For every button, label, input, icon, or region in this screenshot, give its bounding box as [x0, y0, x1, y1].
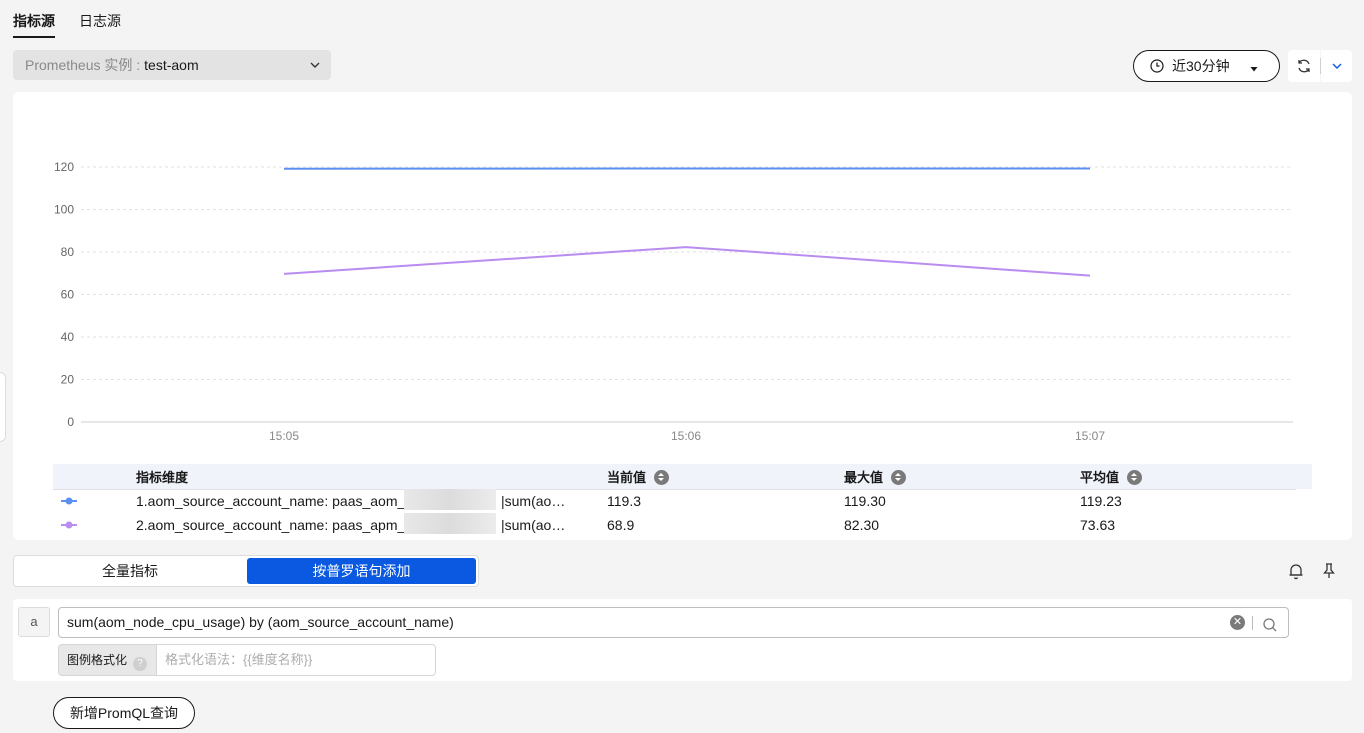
line-chart: 0 20 40 60 80 100 120 15:05 15:06 15:07: [54, 160, 1293, 443]
legend-format-label: 图例格式化?: [58, 644, 157, 676]
prometheus-instance-select[interactable]: Prometheus 实例 : test-aom: [13, 50, 331, 80]
legend-row-max: 119.30: [844, 493, 886, 509]
legend-table: 指标维度 当前值 最大值 平均值 1.aom_source_account_na…: [53, 464, 1312, 537]
y-tick-label: 0: [67, 415, 74, 429]
series-marker-icon: [61, 517, 77, 536]
legend-row[interactable]: 1.aom_source_account_name: paas_aom_ |su…: [53, 489, 1312, 513]
x-tick-label: 15:05: [269, 429, 299, 443]
pin-icon[interactable]: [1321, 562, 1337, 583]
sort-icon[interactable]: [1127, 470, 1143, 485]
series-line-2: [283, 246, 1091, 277]
time-range-select[interactable]: 近30分钟: [1133, 50, 1280, 82]
query-mode-switch: 全量指标 按普罗语句添加: [13, 555, 479, 587]
header-current[interactable]: 当前值: [607, 467, 670, 486]
legend-row-name: 1.aom_source_account_name: paas_aom_: [136, 493, 406, 509]
sort-icon[interactable]: [654, 470, 670, 485]
promql-input[interactable]: sum(aom_node_cpu_usage) by (aom_source_a…: [58, 607, 1289, 638]
clear-icon[interactable]: ✕: [1230, 615, 1245, 630]
legend-header: 指标维度 当前值 最大值 平均值: [53, 464, 1312, 489]
instance-select-label: Prometheus 实例 :: [25, 57, 141, 73]
legend-row-current: 68.9: [607, 517, 635, 533]
legend-row-current: 119.3: [607, 493, 641, 509]
chevron-down-icon: [1332, 63, 1341, 69]
caret-down-icon: [1249, 61, 1259, 77]
x-tick-label: 15:07: [1075, 429, 1105, 443]
query-editor: a sum(aom_node_cpu_usage) by (aom_source…: [13, 599, 1352, 681]
legend-row-avg: 73.63: [1080, 517, 1116, 533]
mode-promql[interactable]: 按普罗语句添加: [247, 558, 476, 584]
refresh-button[interactable]: [1288, 50, 1320, 82]
input-divider: [1252, 616, 1253, 630]
search-icon[interactable]: [1262, 614, 1278, 643]
y-tick-label: 120: [54, 160, 74, 174]
legend-row-avg: 119.23: [1080, 493, 1122, 509]
bell-icon[interactable]: [1287, 562, 1305, 583]
y-tick-label: 100: [54, 203, 74, 217]
tab-log-source[interactable]: 日志源: [79, 0, 121, 38]
help-icon[interactable]: ?: [133, 657, 148, 671]
header-avg[interactable]: 平均值: [1080, 467, 1143, 486]
redacted-mask: [404, 489, 496, 510]
y-tick-label: 40: [61, 330, 75, 344]
legend-row-query: |sum(ao…: [501, 493, 566, 509]
refresh-options-button[interactable]: [1321, 50, 1352, 82]
clock-icon: [1150, 59, 1164, 73]
tab-metric-source[interactable]: 指标源: [13, 0, 55, 38]
add-promql-query-button[interactable]: 新增PromQL查询: [53, 697, 195, 729]
time-range-label: 近30分钟: [1172, 58, 1230, 74]
source-tabs: 指标源 日志源: [13, 0, 121, 38]
side-collapse-handle[interactable]: [0, 372, 6, 442]
y-tick-label: 60: [61, 288, 75, 302]
mode-all-metrics[interactable]: 全量指标: [16, 558, 244, 584]
y-tick-label: 80: [61, 245, 75, 259]
sort-icon[interactable]: [891, 470, 907, 485]
header-dimension: 指标维度: [136, 470, 189, 485]
x-tick-label: 15:06: [671, 429, 701, 443]
redacted-mask: [404, 513, 496, 534]
legend-row-name: 2.aom_source_account_name: paas_apm_: [136, 517, 406, 533]
chevron-down-icon: [309, 58, 321, 74]
header-max[interactable]: 最大值: [844, 467, 907, 486]
y-tick-label: 20: [61, 373, 75, 387]
legend-row-query: |sum(ao…: [501, 517, 566, 533]
legend-row[interactable]: 2.aom_source_account_name: paas_apm_ |su…: [53, 513, 1312, 537]
promql-expression: sum(aom_node_cpu_usage) by (aom_source_a…: [67, 614, 454, 630]
legend-row-max: 82.30: [844, 517, 880, 533]
query-index: a: [18, 607, 50, 637]
legend-format-input[interactable]: 格式化语法：{{维度名称}}: [156, 644, 436, 676]
series-marker-icon: [61, 493, 77, 512]
refresh-icon: [1298, 59, 1310, 73]
instance-select-value: test-aom: [144, 57, 199, 73]
